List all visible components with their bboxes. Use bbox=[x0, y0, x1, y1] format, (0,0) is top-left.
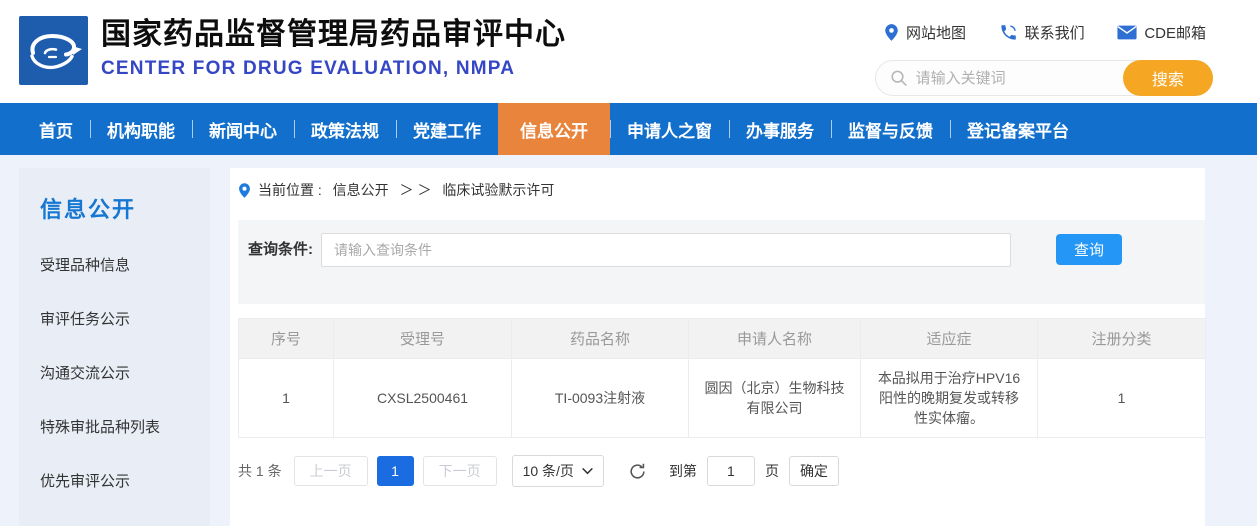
sidebar-item-review-tasks[interactable]: 审评任务公示 bbox=[40, 308, 210, 329]
nav-item-news[interactable]: 新闻中心 bbox=[192, 103, 294, 155]
prev-page-button[interactable]: 上一页 bbox=[293, 456, 368, 486]
search-input[interactable] bbox=[907, 69, 1123, 87]
breadcrumb-current[interactable]: 临床试验默示许可 bbox=[442, 180, 554, 200]
cde-logo[interactable] bbox=[19, 16, 88, 85]
col-header-indication: 适应症 bbox=[860, 318, 1038, 359]
cell-indication: 本品拟用于治疗HPV16阳性的晚期复发或转移性实体瘤。 bbox=[860, 358, 1038, 438]
mailbox-label: CDE邮箱 bbox=[1144, 25, 1206, 42]
site-search: 搜索 bbox=[875, 60, 1213, 96]
location-pin-icon bbox=[885, 24, 898, 41]
sitemap-label: 网站地图 bbox=[906, 25, 967, 42]
search-icon bbox=[891, 70, 907, 86]
breadcrumb: 当前位置 : 信息公开 ＞ ＞ 临床试验默示许可 bbox=[238, 178, 1205, 202]
pagination-total: 共 1 条 bbox=[238, 463, 282, 479]
nav-item-supervision-feedback[interactable]: 监督与反馈 bbox=[831, 103, 950, 155]
sidebar-item-accepted-varieties[interactable]: 受理品种信息 bbox=[40, 254, 210, 275]
main-content: 当前位置 : 信息公开 ＞ ＞ 临床试验默示许可 查询条件: 查询 序号 受理号… bbox=[230, 168, 1206, 526]
sidebar-item-communication[interactable]: 沟通交流公示 bbox=[40, 362, 210, 383]
refresh-icon bbox=[630, 463, 645, 479]
header-quick-links: 网站地图 联系我们 CDE邮箱 bbox=[884, 22, 1206, 43]
query-label: 查询条件: bbox=[248, 241, 313, 258]
sidebar: 信息公开 受理品种信息 审评任务公示 沟通交流公示 特殊审批品种列表 优先审评公… bbox=[19, 168, 210, 526]
goto-page-label: 到第 bbox=[668, 463, 697, 479]
chevron-down-icon bbox=[582, 467, 593, 474]
contact-label: 联系我们 bbox=[1024, 25, 1085, 42]
nav-item-applicant-window[interactable]: 申请人之窗 bbox=[610, 103, 729, 155]
col-header-registration-class: 注册分类 bbox=[1037, 318, 1206, 359]
col-header-acceptance-no: 受理号 bbox=[333, 318, 512, 359]
cde-logo-icon bbox=[19, 16, 88, 85]
page-1-button[interactable]: 1 bbox=[376, 456, 414, 486]
query-panel: 查询条件: 查询 bbox=[238, 220, 1205, 304]
results-table: 序号 受理号 药品名称 申请人名称 适应症 注册分类 1 CXSL2500461… bbox=[238, 318, 1206, 438]
next-page-button[interactable]: 下一页 bbox=[422, 456, 497, 486]
nav-item-home[interactable]: 首页 bbox=[22, 103, 90, 155]
col-header-drug-name: 药品名称 bbox=[511, 318, 689, 359]
breadcrumb-separator: ＞ ＞ bbox=[395, 182, 436, 198]
breadcrumb-prefix: 当前位置 : bbox=[258, 182, 326, 198]
col-header-index: 序号 bbox=[238, 318, 334, 359]
sidebar-item-special-approval[interactable]: 特殊审批品种列表 bbox=[40, 416, 210, 437]
breadcrumb-section[interactable]: 信息公开 bbox=[333, 180, 389, 200]
col-header-applicant: 申请人名称 bbox=[688, 318, 861, 359]
nav-item-policies[interactable]: 政策法规 bbox=[294, 103, 396, 155]
goto-page-suffix: 页 bbox=[764, 463, 779, 479]
phone-icon bbox=[1001, 25, 1016, 40]
page-size-select[interactable]: 10 条/页 bbox=[511, 455, 604, 487]
search-button[interactable]: 搜索 bbox=[1122, 60, 1213, 96]
goto-page-input[interactable] bbox=[706, 456, 755, 486]
cell-index: 1 bbox=[238, 358, 334, 438]
pagination: 共 1 条 上一页 1 下一页 10 条/页 到第 页 确定 bbox=[238, 455, 1205, 487]
page-size-value: 10 条/页 bbox=[522, 463, 574, 479]
refresh-button[interactable] bbox=[628, 462, 647, 481]
site-title: 国家药品监督管理局药品审评中心 bbox=[101, 18, 566, 51]
contact-link[interactable]: 联系我们 bbox=[999, 22, 1085, 43]
cell-drug-name: TI-0093注射液 bbox=[511, 358, 689, 438]
nav-item-services[interactable]: 办事服务 bbox=[729, 103, 831, 155]
nav-item-functions[interactable]: 机构职能 bbox=[90, 103, 192, 155]
sidebar-title: 信息公开 bbox=[40, 197, 137, 222]
table-row: 1 CXSL2500461 TI-0093注射液 圆因（北京）生物科技有限公司 … bbox=[238, 358, 1206, 438]
cell-registration-class: 1 bbox=[1037, 358, 1206, 438]
query-input[interactable] bbox=[321, 233, 1011, 267]
cell-applicant: 圆因（北京）生物科技有限公司 bbox=[688, 358, 861, 438]
table-header-row: 序号 受理号 药品名称 申请人名称 适应症 注册分类 bbox=[238, 318, 1206, 359]
cell-acceptance-no: CXSL2500461 bbox=[333, 358, 512, 438]
sidebar-item-priority-review[interactable]: 优先审评公示 bbox=[40, 470, 210, 491]
site-subtitle: CENTER FOR DRUG EVALUATION, NMPA bbox=[101, 58, 516, 79]
nav-item-party-building[interactable]: 党建工作 bbox=[396, 103, 498, 155]
query-button[interactable]: 查询 bbox=[1056, 234, 1122, 265]
nav-item-registration-platform[interactable]: 登记备案平台 bbox=[950, 103, 1086, 155]
confirm-button[interactable]: 确定 bbox=[788, 456, 839, 486]
site-header: 国家药品监督管理局药品审评中心 CENTER FOR DRUG EVALUATI… bbox=[0, 0, 1257, 103]
sitemap-link[interactable]: 网站地图 bbox=[884, 22, 966, 43]
envelope-icon bbox=[1117, 25, 1137, 40]
mailbox-link[interactable]: CDE邮箱 bbox=[1117, 22, 1206, 43]
nav-item-info-disclosure[interactable]: 信息公开 bbox=[498, 103, 610, 155]
main-nav: 首页 机构职能 新闻中心 政策法规 党建工作 信息公开 申请人之窗 办事服务 监… bbox=[0, 103, 1257, 155]
breadcrumb-pin-icon bbox=[239, 182, 250, 198]
